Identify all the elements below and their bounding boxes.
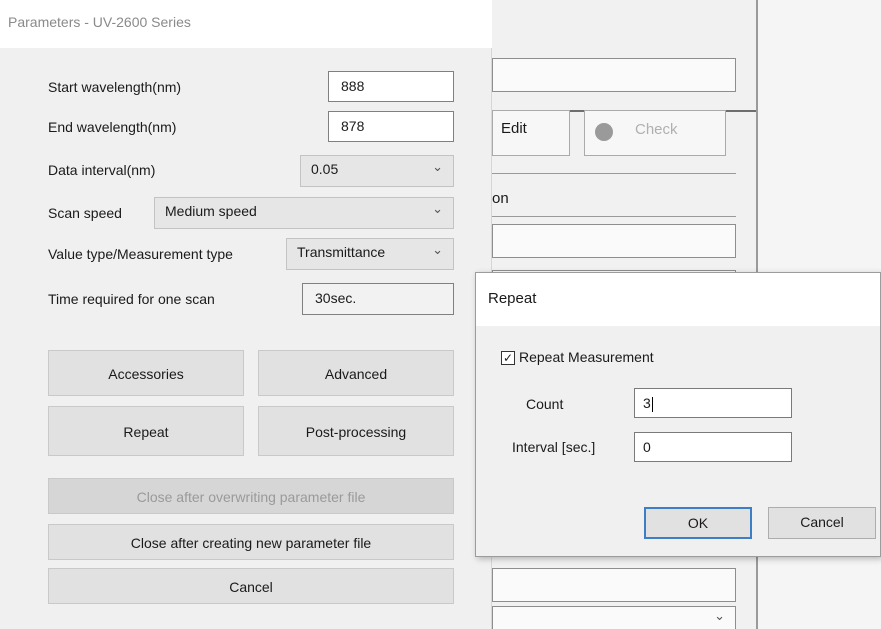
start-wavelength-input[interactable]: 888 xyxy=(328,71,454,102)
chevron-down-icon: ⌄ xyxy=(432,242,443,257)
repeat-titlebar[interactable]: Repeat xyxy=(476,273,880,326)
scan-speed-label: Scan speed xyxy=(48,205,122,221)
check-button-label: Check xyxy=(635,121,678,138)
cancel-button[interactable]: Cancel xyxy=(48,568,454,604)
post-processing-button-label: Post-processing xyxy=(305,424,407,440)
info-circle-icon xyxy=(595,123,613,141)
repeat-button-label: Repeat xyxy=(123,424,169,440)
close-overwrite-button[interactable]: Close after overwriting parameter file xyxy=(48,478,454,514)
close-overwrite-button-label: Close after overwriting parameter file xyxy=(136,489,366,505)
ok-button-label: OK xyxy=(687,515,709,531)
interval-input[interactable]: 0 xyxy=(634,432,792,462)
end-wavelength-value: 878 xyxy=(341,118,365,134)
count-label: Count xyxy=(526,396,564,412)
background-field[interactable] xyxy=(492,58,736,92)
chevron-down-icon: ⌄ xyxy=(432,201,443,216)
repeat-button[interactable]: Repeat xyxy=(48,406,244,456)
data-interval-select[interactable]: 0.05 ⌄ xyxy=(300,155,454,187)
ok-button[interactable]: OK xyxy=(644,507,752,539)
end-wavelength-input[interactable]: 878 xyxy=(328,111,454,142)
background-field[interactable] xyxy=(492,568,736,602)
partial-label: on xyxy=(492,190,509,207)
count-value: 3 xyxy=(643,395,651,411)
parameters-titlebar[interactable]: Parameters - UV-2600 Series xyxy=(0,0,492,48)
time-required-label: Time required for one scan xyxy=(48,291,215,307)
scan-speed-select[interactable]: Medium speed ⌄ xyxy=(154,197,454,229)
checkbox-checked-icon: ✓ xyxy=(501,351,515,365)
repeat-cancel-button-label: Cancel xyxy=(800,514,844,530)
cancel-button-label: Cancel xyxy=(229,579,273,595)
post-processing-button[interactable]: Post-processing xyxy=(258,406,454,456)
repeat-measurement-label: Repeat Measurement xyxy=(519,349,654,365)
time-required-value: 30sec. xyxy=(315,290,357,306)
divider xyxy=(492,216,736,217)
background-combo[interactable]: ⌄ xyxy=(492,606,736,629)
parameters-dialog: Parameters - UV-2600 Series Start wavele… xyxy=(0,0,492,629)
repeat-measurement-checkbox[interactable]: ✓ Repeat Measurement xyxy=(501,349,701,369)
background-field[interactable] xyxy=(492,224,736,258)
data-interval-label: Data interval(nm) xyxy=(48,162,156,178)
edit-button[interactable]: Edit xyxy=(492,110,570,156)
parameters-title: Parameters - UV-2600 Series xyxy=(8,14,191,30)
close-new-button[interactable]: Close after creating new parameter file xyxy=(48,524,454,560)
accessories-button[interactable]: Accessories xyxy=(48,350,244,396)
repeat-dialog: Repeat ✓ Repeat Measurement Count 3 Inte… xyxy=(475,272,881,557)
accessories-button-label: Accessories xyxy=(108,366,184,382)
time-required-field: 30sec. xyxy=(302,283,454,315)
check-button[interactable]: Check xyxy=(584,110,726,156)
value-type-value: Transmittance xyxy=(297,244,386,260)
divider xyxy=(492,173,736,174)
interval-value: 0 xyxy=(643,439,651,455)
data-interval-value: 0.05 xyxy=(311,161,339,177)
interval-label: Interval [sec.] xyxy=(512,439,596,455)
repeat-cancel-button[interactable]: Cancel xyxy=(768,507,876,539)
close-new-button-label: Close after creating new parameter file xyxy=(130,535,372,551)
chevron-down-icon: ⌄ xyxy=(432,159,443,174)
end-wavelength-label: End wavelength(nm) xyxy=(48,119,177,135)
start-wavelength-label: Start wavelength(nm) xyxy=(48,79,182,95)
advanced-button-label: Advanced xyxy=(324,366,388,382)
value-type-label: Value type/Measurement type xyxy=(48,246,233,262)
text-cursor xyxy=(651,396,653,412)
advanced-button[interactable]: Advanced xyxy=(258,350,454,396)
scan-speed-value: Medium speed xyxy=(165,203,257,219)
edit-button-label: Edit xyxy=(501,120,527,137)
start-wavelength-value: 888 xyxy=(341,78,365,94)
chevron-down-icon: ⌄ xyxy=(714,608,725,623)
value-type-select[interactable]: Transmittance ⌄ xyxy=(286,238,454,270)
count-input[interactable]: 3 xyxy=(634,388,792,418)
repeat-title: Repeat xyxy=(488,290,537,307)
